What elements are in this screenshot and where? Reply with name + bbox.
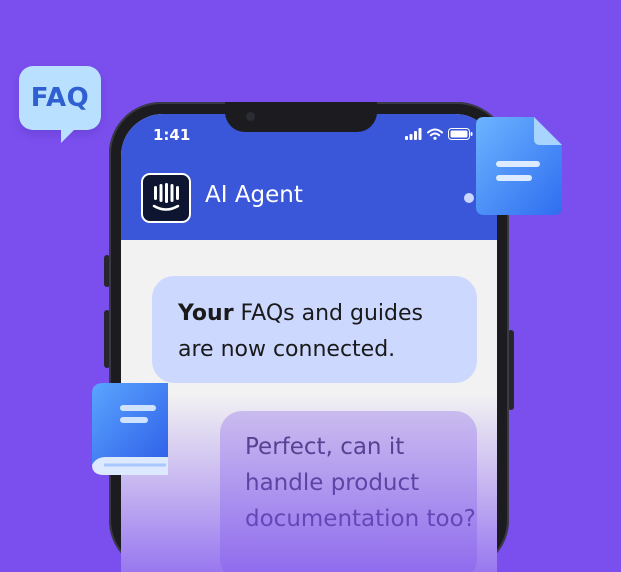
camera-icon [246,112,255,121]
faq-chat-icon: FAQ [19,66,101,143]
agent-message-line1: FAQs and guides [233,301,423,326]
faq-label: FAQ [30,83,90,113]
faq-badge-tail [61,129,75,143]
phone-notch [225,102,377,132]
brand-logo-icon [141,173,191,223]
user-message: Perfect, can it handle product documenta… [220,411,477,572]
user-message-line3: documentation too? [245,506,476,532]
status-icons [405,128,473,140]
book-icon [92,383,168,475]
user-message-line2: handle product [245,470,420,496]
user-message-line1: Perfect, can it [245,434,405,460]
wifi-icon [427,128,443,140]
agent-name: AI Agent [205,182,303,208]
agent-message: Your FAQs and guides are now connected. [152,276,477,383]
chat-header: 1:41 AI Agent [121,114,497,240]
document-icon [476,117,562,215]
status-time: 1:41 [153,126,191,144]
agent-message-bold: Your [178,301,234,326]
phone-screen: 1:41 AI Agent Your FAQs and guides are n… [121,114,497,572]
signal-icon [405,128,422,140]
status-dot [464,193,474,203]
agent-message-line2: are now connected. [178,337,396,362]
battery-icon [448,128,473,140]
phone-frame: 1:41 AI Agent Your FAQs and guides are n… [109,102,509,572]
